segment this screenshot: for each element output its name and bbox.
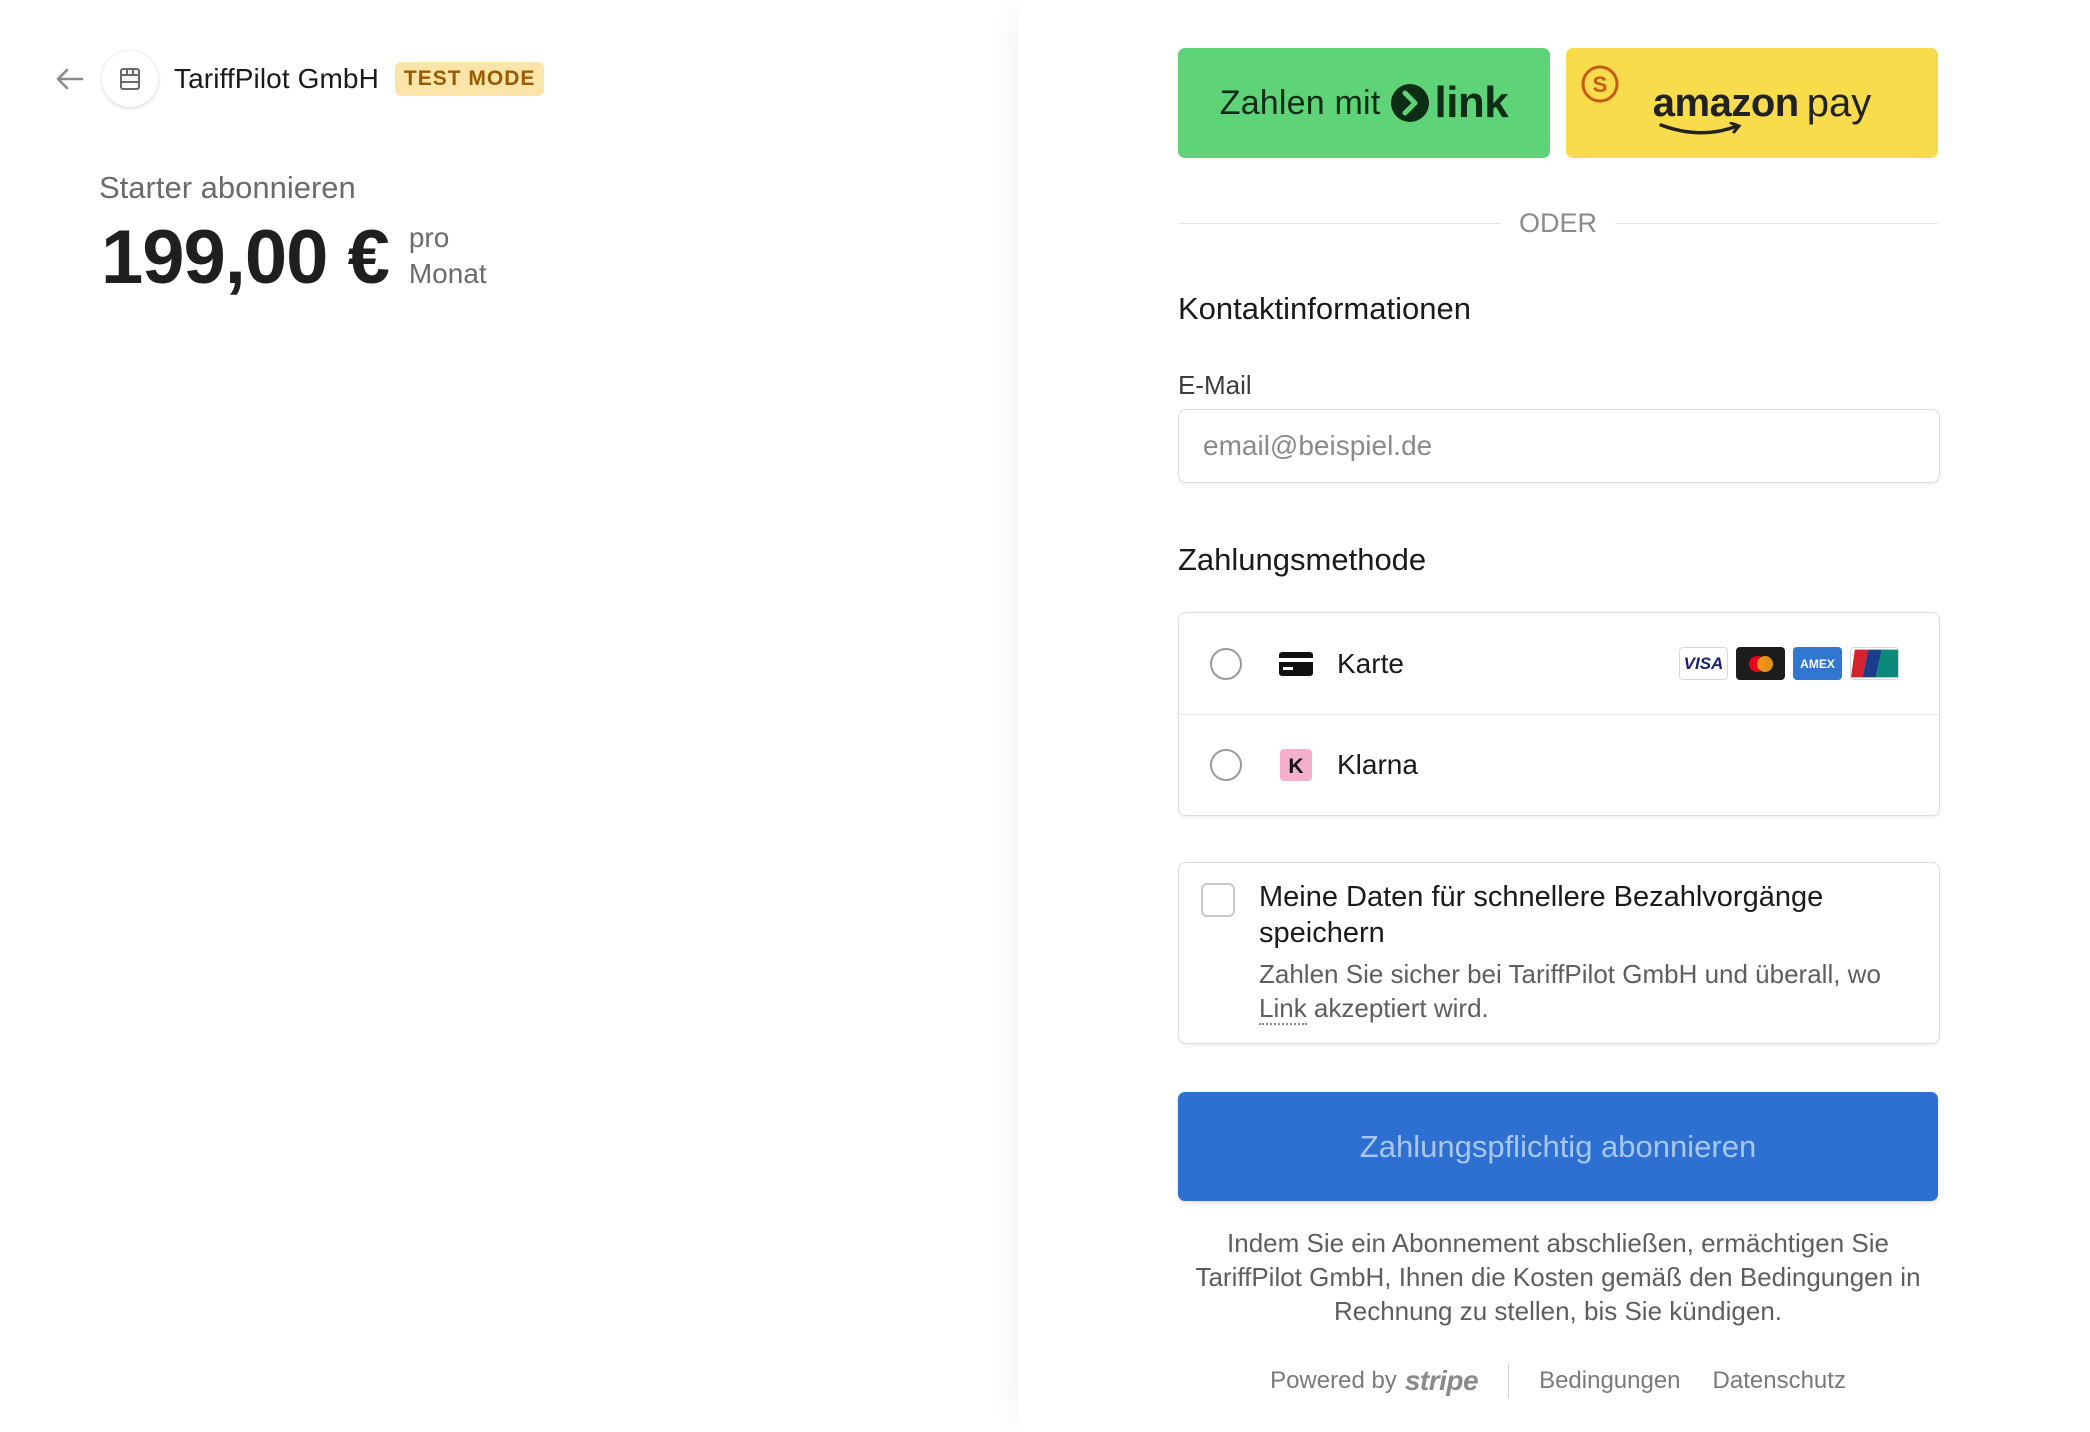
amex-icon: AMEX <box>1793 647 1842 680</box>
test-mode-badge: TEST MODE <box>394 62 545 96</box>
merchant-store-icon <box>102 51 158 107</box>
footer: Powered by stripe Bedingungen Datenschut… <box>1178 1364 1938 1398</box>
amazon-word: amazon <box>1652 80 1799 125</box>
interval-line-2: Monat <box>408 258 487 289</box>
visa-icon: VISA <box>1679 647 1728 680</box>
payment-form-panel: Zahlen mit link S amazon pay ODER Kontak… <box>1018 0 2090 1432</box>
link-chevron-icon <box>1391 84 1430 122</box>
subscribe-button[interactable]: Zahlungspflichtig abonnieren <box>1178 1092 1938 1201</box>
email-input[interactable] <box>1178 409 1940 483</box>
contact-section-title: Kontaktinformationen <box>1178 291 1471 326</box>
footer-separator <box>1508 1364 1510 1398</box>
payment-method-title: Zahlungsmethode <box>1178 542 1427 577</box>
link-info-link[interactable]: Link <box>1259 993 1307 1025</box>
credit-card-icon <box>1279 647 1313 681</box>
divider-line-left <box>1178 222 1501 224</box>
legal-text: Indem Sie ein Abonnement abschließen, er… <box>1195 1228 1921 1326</box>
payment-method-card[interactable]: Karte VISA AMEX <box>1179 613 1939 714</box>
save-desc-before: Zahlen Sie sicher bei TariffPilot GmbH u… <box>1259 959 1881 989</box>
klarna-radio[interactable] <box>1210 749 1242 781</box>
link-logo: link <box>1390 78 1509 128</box>
card-radio[interactable] <box>1210 647 1242 680</box>
save-info-title: Meine Daten für schnellere Bezahlvorgäng… <box>1259 881 1824 949</box>
express-checkout: Zahlen mit link S amazon pay <box>1178 48 1938 158</box>
email-label: E-Mail <box>1178 370 1252 400</box>
divider-line-right <box>1615 222 1939 224</box>
klarna-icon: K <box>1279 748 1313 782</box>
link-prefix-text: Zahlen mit <box>1219 83 1381 122</box>
amazon-pay-button[interactable]: S amazon pay <box>1566 48 1938 158</box>
billing-interval: pro Monat <box>409 220 487 292</box>
stripe-logo: stripe <box>1404 1365 1479 1396</box>
payment-method-list: Karte VISA AMEX K Klarna <box>1178 612 1940 816</box>
interval-line-1: pro <box>408 222 450 253</box>
merchant-name: TariffPilot GmbH <box>174 63 379 94</box>
privacy-link[interactable]: Datenschutz <box>1713 1367 1846 1395</box>
save-info-box: Meine Daten für schnellere Bezahlvorgäng… <box>1178 862 1940 1044</box>
amazon-pay-s-icon: S <box>1580 64 1620 109</box>
svg-text:K: K <box>1288 755 1303 778</box>
amazon-pay-logo: amazon pay <box>1652 80 1872 134</box>
terms-link[interactable]: Bedingungen <box>1539 1367 1680 1395</box>
powered-by-stripe[interactable]: Powered by stripe <box>1270 1365 1479 1397</box>
klarna-label: Klarna <box>1337 749 1418 780</box>
svg-text:S: S <box>1593 72 1608 97</box>
pay-with-link-button[interactable]: Zahlen mit link <box>1178 48 1550 158</box>
back-arrow-icon[interactable] <box>52 61 88 97</box>
save-info-checkbox[interactable] <box>1201 883 1235 917</box>
product-title: Starter abonnieren <box>99 170 356 205</box>
price-row: 199,00 € pro Monat <box>101 212 487 304</box>
save-info-description: Zahlen Sie sicher bei TariffPilot GmbH u… <box>1259 957 1919 1025</box>
powered-by-text: Powered by <box>1270 1367 1397 1394</box>
card-label: Karte <box>1337 647 1404 679</box>
amazon-smile-icon <box>1659 121 1742 134</box>
pay-word: pay <box>1806 80 1872 125</box>
price-amount: 199,00 € <box>101 215 390 300</box>
payment-method-klarna[interactable]: K Klarna <box>1179 714 1939 815</box>
unionpay-icon <box>1850 647 1899 680</box>
card-brand-logos: VISA AMEX <box>1679 647 1899 680</box>
link-word: link <box>1434 78 1509 127</box>
or-divider: ODER <box>1178 207 1939 238</box>
merchant-header: TariffPilot GmbH TEST MODE <box>52 51 545 107</box>
order-summary-panel: TariffPilot GmbH TEST MODE Starter abonn… <box>0 0 1018 1432</box>
or-divider-text: ODER <box>1519 207 1598 238</box>
mastercard-icon <box>1736 647 1785 680</box>
save-desc-after: akzeptiert wird. <box>1306 993 1489 1023</box>
